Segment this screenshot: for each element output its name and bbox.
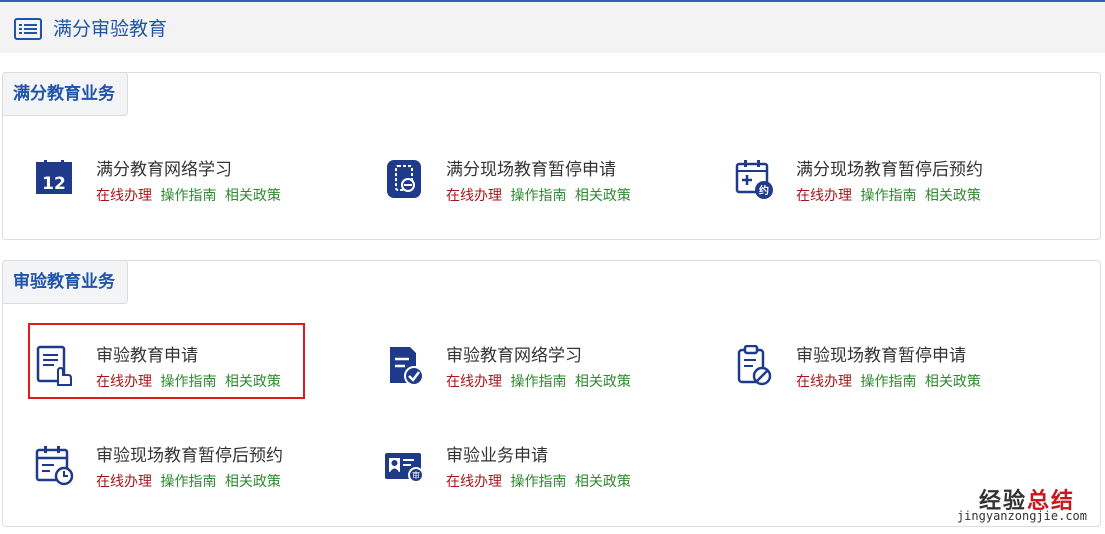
service-item[interactable]: 审 审验业务申请 在线办理 操作指南 相关政策	[384, 445, 684, 505]
service-item[interactable]: 约 满分现场教育暂停后预约 在线办理 操作指南 相关政策	[734, 159, 1034, 219]
section-title: 满分教育业务	[2, 72, 128, 116]
guide-link[interactable]: 操作指南	[160, 474, 216, 490]
guide-link[interactable]: 操作指南	[860, 374, 916, 390]
online-link[interactable]: 在线办理	[96, 188, 152, 204]
policy-link[interactable]: 相关政策	[575, 474, 631, 490]
svg-text:约: 约	[759, 184, 769, 197]
service-links: 在线办理 操作指南 相关政策	[446, 473, 635, 491]
guide-link[interactable]: 操作指南	[510, 374, 566, 390]
guide-link[interactable]: 操作指南	[860, 188, 916, 204]
service-name[interactable]: 审验业务申请	[446, 444, 548, 468]
clipboard-ban-icon	[737, 345, 772, 386]
svg-text:12: 12	[42, 174, 66, 194]
service-links: 在线办理 操作指南 相关政策	[96, 473, 285, 491]
watermark-url: jingyanzongjie.com	[956, 509, 1087, 523]
policy-link[interactable]: 相关政策	[925, 374, 981, 390]
list-icon	[14, 18, 42, 40]
page-header: 满分审验教育	[0, 0, 1105, 53]
service-name[interactable]: 审验现场教育暂停后预约	[96, 444, 283, 468]
service-links: 在线办理 操作指南 相关政策	[446, 187, 635, 205]
service-item[interactable]: 审验教育网络学习 在线办理 操作指南 相关政策	[384, 345, 684, 405]
calendar-clock-icon	[35, 446, 74, 486]
section-title: 审验教育业务	[2, 260, 128, 304]
policy-link[interactable]: 相关政策	[225, 188, 281, 204]
service-item[interactable]: 审验现场教育暂停申请 在线办理 操作指南 相关政策	[734, 345, 1034, 405]
guide-link[interactable]: 操作指南	[510, 474, 566, 490]
service-name[interactable]: 审验现场教育暂停申请	[796, 344, 966, 368]
service-name[interactable]: 审验教育网络学习	[446, 344, 582, 368]
online-link[interactable]: 在线办理	[796, 188, 852, 204]
svg-text:审: 审	[412, 470, 420, 480]
policy-link[interactable]: 相关政策	[575, 374, 631, 390]
service-item[interactable]: 满分现场教育暂停申请 在线办理 操作指南 相关政策	[384, 159, 684, 219]
page-title: 满分审验教育	[53, 18, 168, 40]
service-name[interactable]: 满分现场教育暂停后预约	[796, 158, 983, 182]
section-full-score-education: 满分教育业务 12 满分教育网络学习 在线办理 操作指南 相关政策 满分现场教育…	[2, 72, 1101, 240]
document-check-icon	[390, 347, 424, 386]
online-link[interactable]: 在线办理	[96, 474, 152, 490]
service-name[interactable]: 满分教育网络学习	[96, 158, 232, 182]
policy-link[interactable]: 相关政策	[225, 474, 281, 490]
guide-link[interactable]: 操作指南	[510, 188, 566, 204]
service-links: 在线办理 操作指南 相关政策	[96, 187, 285, 205]
guide-link[interactable]: 操作指南	[160, 188, 216, 204]
online-link[interactable]: 在线办理	[446, 188, 502, 204]
service-links: 在线办理 操作指南 相关政策	[796, 373, 985, 391]
clipboard-pause-icon	[387, 160, 421, 198]
policy-link[interactable]: 相关政策	[575, 188, 631, 204]
service-item[interactable]: 12 满分教育网络学习 在线办理 操作指南 相关政策	[34, 159, 334, 219]
calendar-appointment-icon: 约	[735, 160, 773, 199]
calendar-12-icon: 12	[36, 160, 72, 194]
service-links: 在线办理 操作指南 相关政策	[446, 373, 635, 391]
service-item[interactable]: 审验现场教育暂停后预约 在线办理 操作指南 相关政策	[34, 445, 334, 505]
online-link[interactable]: 在线办理	[446, 374, 502, 390]
watermark-logo: 经验总结 jingyanzongjie.com	[930, 483, 1095, 528]
service-name[interactable]: 满分现场教育暂停申请	[446, 158, 616, 182]
id-card-icon: 审	[385, 453, 424, 483]
policy-link[interactable]: 相关政策	[925, 188, 981, 204]
online-link[interactable]: 在线办理	[446, 474, 502, 490]
highlight-box	[28, 323, 305, 399]
online-link[interactable]: 在线办理	[796, 374, 852, 390]
service-links: 在线办理 操作指南 相关政策	[796, 187, 985, 205]
